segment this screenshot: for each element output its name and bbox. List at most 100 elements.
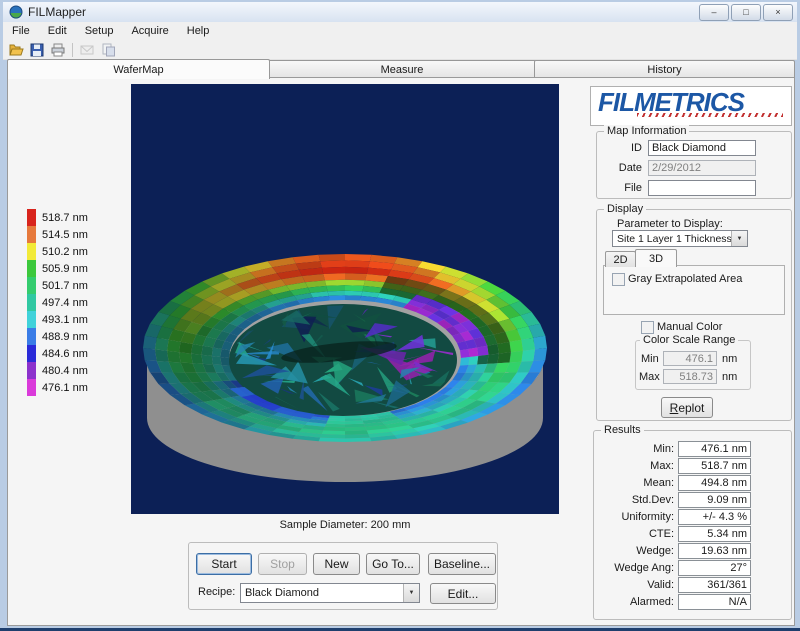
result-row: CTE: 5.34 nm (602, 525, 785, 542)
result-label: CTE: (602, 528, 674, 540)
manual-color-label: Manual Color (657, 321, 722, 333)
menu-setup[interactable]: Setup (76, 23, 123, 39)
result-value: +/- 4.3 % (678, 509, 751, 525)
result-value: 361/361 (678, 577, 751, 593)
result-row: Std.Dev:9.09 nm (602, 491, 785, 508)
color-scale-legend: 518.7 nm514.5 nm510.2 nm505.9 nm501.7 nm… (27, 209, 88, 396)
manual-color-checkbox[interactable] (641, 321, 654, 334)
result-label: Mean: (602, 477, 674, 489)
chevron-down-icon[interactable]: ▼ (731, 231, 747, 246)
go-to-button[interactable]: Go To... (366, 553, 420, 575)
window-title: FILMapper (28, 5, 86, 19)
color-swatch (27, 226, 36, 243)
display-legend: Display (604, 203, 646, 215)
result-row: Valid:361/361 (602, 576, 785, 593)
color-swatch (27, 345, 36, 362)
color-swatch (27, 311, 36, 328)
maximize-button[interactable]: □ (731, 4, 761, 21)
file-input[interactable] (648, 180, 756, 196)
parameter-value: Site 1 Layer 1 Thickness (613, 233, 731, 245)
app-icon (9, 5, 23, 19)
results-group: Results Min:476.1 nmMax:518.7 nmMean:494… (593, 430, 792, 620)
color-scale-row: 476.1 nm (27, 379, 88, 396)
menu-file[interactable]: File (3, 23, 39, 39)
start-button[interactable]: Start (196, 553, 252, 575)
tab-history[interactable]: History (534, 60, 795, 78)
color-swatch (27, 328, 36, 345)
parameter-to-display-label: Parameter to Display: (617, 218, 723, 230)
color-swatch (27, 260, 36, 277)
field-label-date: Date (600, 162, 642, 174)
result-label: Min: (602, 443, 674, 455)
print-icon[interactable] (49, 42, 67, 58)
result-label: Alarmed: (602, 596, 674, 608)
id-input[interactable]: Black Diamond (648, 140, 756, 156)
result-value: 518.7 nm (678, 458, 751, 474)
color-swatch (27, 379, 36, 396)
minimize-button[interactable]: – (699, 4, 729, 21)
wafer-3d-view[interactable] (131, 84, 559, 514)
new-button[interactable]: New (313, 553, 360, 575)
color-scale-row: 505.9 nm (27, 260, 88, 277)
result-value: 494.8 nm (678, 475, 751, 491)
color-swatch (27, 209, 36, 226)
date-input[interactable]: 2/29/2012 (648, 160, 756, 176)
tab-3d[interactable]: 3D (635, 249, 677, 267)
result-value: 27° (678, 560, 751, 576)
gray-extrapolated-checkbox[interactable] (612, 273, 625, 286)
tab-wafermap[interactable]: WaferMap (7, 59, 270, 79)
replot-button[interactable]: Replot (661, 397, 713, 418)
close-button[interactable]: × (763, 4, 793, 21)
tab-measure[interactable]: Measure (268, 60, 536, 78)
color-swatch (27, 362, 36, 379)
color-scale-row: 497.4 nm (27, 294, 88, 311)
result-row: Mean: 494.8 nm (602, 474, 785, 491)
parameter-combobox[interactable]: Site 1 Layer 1 Thickness ▼ (612, 230, 748, 247)
result-value: 5.34 nm (678, 526, 751, 542)
result-label: Wedge Ang: (602, 562, 674, 574)
color-scale-row: 493.1 nm (27, 311, 88, 328)
color-scale-row: 484.6 nm (27, 345, 88, 362)
baseline-button[interactable]: Baseline... (428, 553, 496, 575)
field-label-file: File (600, 182, 642, 194)
color-scale-value: 484.6 nm (42, 348, 88, 360)
title-bar: FILMapper –□× (3, 2, 797, 22)
result-row: Wedge Ang: 27° (602, 559, 785, 576)
window-controls: –□× (699, 4, 797, 21)
chevron-down-icon[interactable]: ▼ (403, 584, 419, 602)
min-label: Min (641, 353, 659, 365)
open-icon[interactable] (7, 42, 25, 58)
color-scale-value: 488.9 nm (42, 331, 88, 343)
result-label: Wedge: (602, 545, 674, 557)
color-scale-range-legend: Color Scale Range (640, 334, 738, 346)
menu-edit[interactable]: Edit (39, 23, 76, 39)
menu-acquire[interactable]: Acquire (122, 23, 177, 39)
color-swatch (27, 243, 36, 260)
result-row: Wedge: 19.63 nm (602, 542, 785, 559)
result-row: Min: 476.1 nm (602, 440, 785, 457)
result-value: 19.63 nm (678, 543, 751, 559)
save-icon[interactable] (28, 42, 46, 58)
recipe-value: Black Diamond (241, 587, 403, 599)
edit-recipe-button[interactable]: Edit... (430, 583, 496, 604)
filmetrics-logo: FILMETRICS (590, 86, 792, 126)
result-value: 476.1 nm (678, 441, 751, 457)
recipe-label: Recipe: (198, 586, 235, 598)
result-value: N/A (678, 594, 751, 610)
color-scale-value: 493.1 nm (42, 314, 88, 326)
send-icon (78, 42, 96, 58)
gray-extrapolated-label: Gray Extrapolated Area (628, 273, 742, 285)
result-label: Max: (602, 460, 674, 472)
menu-help[interactable]: Help (178, 23, 219, 39)
stop-button[interactable]: Stop (258, 553, 307, 575)
min-input[interactable]: 476.1 (663, 351, 717, 366)
min-unit-label: nm (722, 353, 737, 365)
menu-bar: FileEditSetupAcquireHelp (3, 22, 797, 40)
recipe-combobox[interactable]: Black Diamond ▼ (240, 583, 420, 603)
toolbar (3, 40, 797, 60)
result-row: Uniformity:+/- 4.3 % (602, 508, 785, 525)
color-scale-row: 514.5 nm (27, 226, 88, 243)
result-value: 9.09 nm (678, 492, 751, 508)
max-input[interactable]: 518.73 (663, 369, 717, 384)
tab-2d[interactable]: 2D (605, 251, 636, 267)
